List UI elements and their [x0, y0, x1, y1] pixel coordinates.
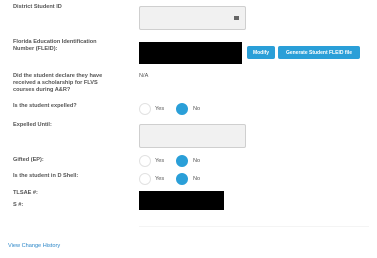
fleid-label-line2: Number (FLEID):	[13, 46, 58, 53]
scholarship-label: Did the student declare they have receiv…	[13, 73, 102, 95]
expelled-no-radio[interactable]	[176, 103, 188, 115]
calendar-icon[interactable]	[234, 16, 239, 20]
district-student-id-input[interactable]	[139, 6, 246, 30]
expelled-until-input[interactable]	[139, 124, 246, 148]
gifted-no-label: No	[193, 158, 201, 164]
expelled-until-label: Expelled Until:	[13, 122, 52, 128]
scholarship-value: N/A	[139, 73, 149, 79]
gifted-yes-label: Yes	[155, 158, 165, 164]
d-shell-no-label: No	[193, 176, 201, 182]
d-shell-no-radio[interactable]	[176, 173, 188, 185]
modify-button[interactable]: Modify	[247, 46, 275, 59]
generate-fleid-file-button[interactable]: Generate Student FLEID file	[278, 46, 360, 59]
s-number-label: S #:	[13, 202, 24, 208]
fleid-label: Florida Education Identification Number …	[13, 39, 97, 53]
expelled-yes-label: Yes	[155, 106, 165, 112]
view-change-history-link[interactable]: View Change History	[8, 243, 60, 249]
d-shell-yes-label: Yes	[155, 176, 165, 182]
d-shell-label: Is the student in D Shell:	[13, 173, 79, 179]
divider	[139, 226, 369, 227]
gifted-no-radio[interactable]	[176, 155, 188, 167]
scholarship-label-line2: received a scholarship for FLVS	[13, 80, 98, 87]
gifted-yes-radio[interactable]	[139, 155, 151, 167]
tlsae-redacted-value[interactable]	[139, 191, 224, 210]
scholarship-label-line3: courses during A&R?	[13, 87, 71, 94]
fleid-redacted-value[interactable]	[139, 42, 242, 64]
scholarship-label-line1: Did the student declare they have	[13, 73, 103, 79]
expelled-no-label: No	[193, 106, 201, 112]
gifted-label: Gifted (EP):	[13, 157, 44, 163]
tlsae-label: TLSAE #:	[13, 190, 38, 196]
district-student-id-label: District Student ID	[13, 4, 62, 10]
d-shell-yes-radio[interactable]	[139, 173, 151, 185]
expelled-label: Is the student expelled?	[13, 103, 77, 109]
fleid-label-line1: Florida Education Identification	[13, 39, 97, 45]
expelled-yes-radio[interactable]	[139, 103, 151, 115]
